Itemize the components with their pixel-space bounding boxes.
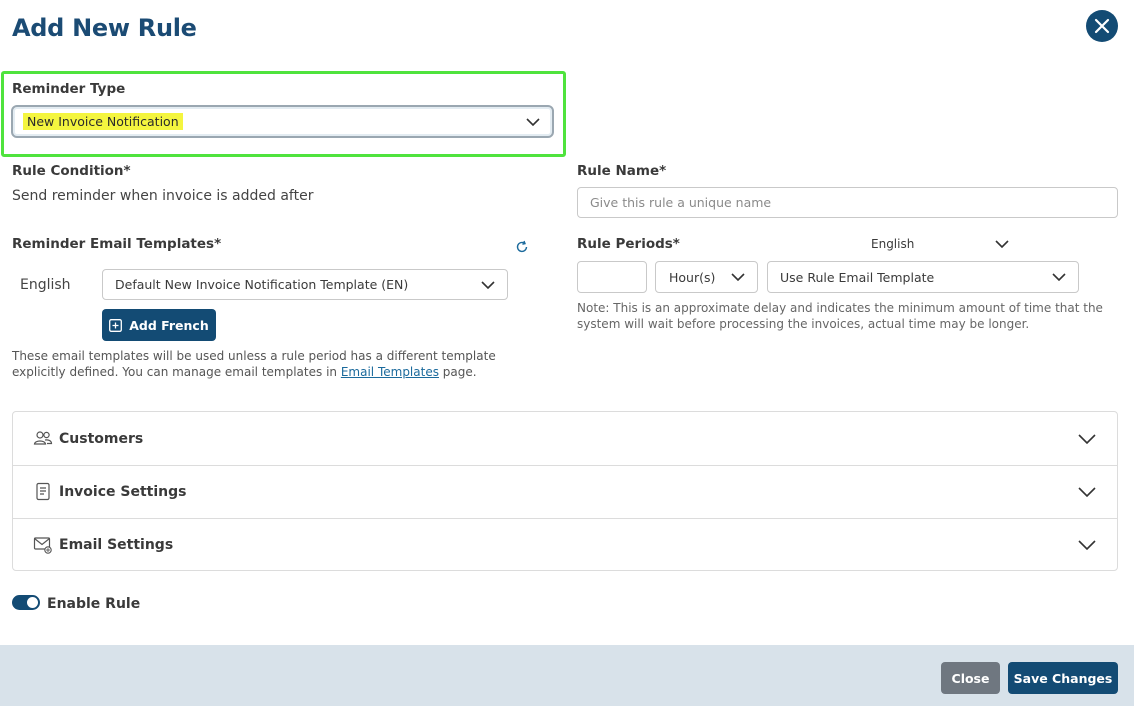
close-button[interactable]: Close [941, 662, 1000, 694]
close-dialog-button[interactable] [1086, 10, 1118, 42]
add-french-button[interactable]: Add French [102, 309, 216, 341]
reminder-type-label: Reminder Type [12, 81, 126, 97]
reminder-type-select[interactable]: New Invoice Notification [11, 105, 554, 138]
settings-accordion: Customers Invoice Settings Email Setting… [12, 411, 1118, 571]
section-label: Customers [59, 430, 144, 447]
refresh-icon[interactable] [515, 240, 529, 254]
rule-periods-language-select[interactable]: English [861, 232, 1021, 256]
email-template-value: Default New Invoice Notification Templat… [115, 277, 409, 292]
close-icon [1094, 18, 1110, 34]
email-templates-help: These email templates will be used unles… [12, 349, 496, 379]
period-amount-input[interactable] [577, 261, 647, 293]
template-language-label: English [20, 277, 71, 293]
email-templates-link[interactable]: Email Templates [341, 365, 439, 379]
chevron-down-icon [481, 280, 495, 289]
rule-name-input[interactable]: Give this rule a unique name [577, 187, 1118, 218]
enable-rule-toggle[interactable] [12, 595, 40, 610]
customers-icon [33, 430, 53, 445]
plus-square-icon [109, 318, 123, 332]
period-unit-value: Hour(s) [669, 269, 716, 285]
rule-condition-text: Send reminder when invoice is added afte… [12, 188, 314, 204]
chevron-down-icon [1078, 540, 1096, 550]
chevron-down-icon [1078, 433, 1096, 444]
enable-rule-label: Enable Rule [47, 596, 141, 612]
period-template-value: Use Rule Email Template [780, 269, 935, 285]
rule-periods-language-value: English [871, 237, 915, 251]
section-email-settings[interactable]: Email Settings [13, 518, 1117, 571]
section-invoice-settings[interactable]: Invoice Settings [13, 465, 1117, 518]
chevron-down-icon [526, 117, 540, 126]
section-label: Invoice Settings [59, 484, 187, 500]
reminder-type-value: New Invoice Notification [23, 113, 183, 130]
email-templates-label: Reminder Email Templates* [12, 236, 222, 252]
section-label: Email Settings [59, 537, 174, 553]
chevron-down-icon [731, 273, 745, 281]
save-changes-button[interactable]: Save Changes [1008, 662, 1118, 694]
section-customers[interactable]: Customers [13, 412, 1117, 465]
add-french-label: Add French [129, 317, 209, 333]
period-template-select[interactable]: Use Rule Email Template [767, 261, 1079, 293]
chevron-down-icon [1052, 273, 1066, 281]
rule-name-label: Rule Name* [577, 163, 667, 179]
chevron-down-icon [1078, 487, 1096, 497]
toggle-knob [27, 597, 38, 608]
rule-condition-label: Rule Condition* [12, 163, 131, 179]
invoice-icon [36, 482, 50, 501]
rule-periods-label: Rule Periods* [577, 236, 680, 252]
period-unit-select[interactable]: Hour(s) [655, 261, 758, 293]
chevron-down-icon [995, 240, 1009, 248]
email-icon [33, 537, 52, 554]
dialog-title: Add New Rule [12, 14, 197, 42]
email-template-select[interactable]: Default New Invoice Notification Templat… [102, 269, 508, 300]
rule-periods-note: Note: This is an approximate delay and i… [577, 301, 1103, 331]
